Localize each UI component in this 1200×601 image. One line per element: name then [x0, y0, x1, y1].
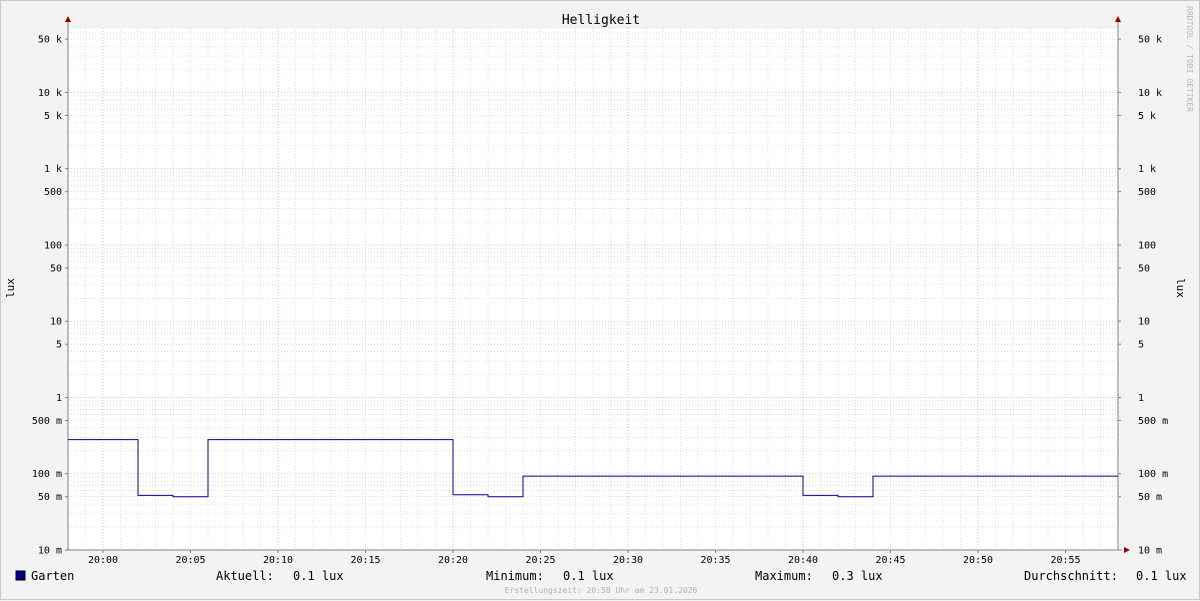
- y-axis-label-left: lux: [4, 278, 17, 298]
- legend-minimum-value: 0.1 lux: [563, 569, 614, 583]
- y-ticks-left: 50 k 10 k 5 k 1 k 500 100 50 10 5 1 500 m 100 m 50 m…: [32, 35, 68, 557]
- x-tick-label: 20:25: [525, 555, 555, 566]
- y-tick-label-left: 100 m: [32, 469, 62, 480]
- legend-durchschnitt-label: Durchschnitt:: [1024, 569, 1118, 583]
- y-tick-label-right: 10: [1138, 317, 1150, 328]
- y-tick-label-left: 5: [56, 340, 62, 351]
- legend-minimum-label: Minimum:: [486, 569, 544, 583]
- legend-series-name: Garten: [31, 569, 74, 583]
- y-axis-right-arrow: [1115, 16, 1121, 22]
- watermark: RRDTOOL / TOBI OETIKER: [1185, 6, 1194, 112]
- x-tick-label: 20:30: [613, 555, 643, 566]
- y-tick-label-right: 5 k: [1138, 111, 1156, 122]
- y-tick-label-left: 5 k: [44, 111, 62, 122]
- x-tick-label: 20:00: [88, 555, 118, 566]
- x-tick-label: 20:45: [875, 555, 905, 566]
- x-tick-label: 20:50: [963, 555, 993, 566]
- footer-timestamp: Erstellungszeit: 20:58 Uhr am 23.01.2026: [505, 586, 698, 595]
- y-tick-label-right: 50 k: [1138, 35, 1162, 46]
- legend-aktuell-label: Aktuell:: [216, 569, 274, 583]
- y-tick-label-left: 1: [56, 393, 62, 404]
- x-tick-label: 20:35: [700, 555, 730, 566]
- y-tick-label-right: 50: [1138, 263, 1150, 274]
- legend-maximum-label: Maximum:: [755, 569, 813, 583]
- x-tick-label: 20:40: [788, 555, 818, 566]
- x-tick-label: 20:20: [438, 555, 468, 566]
- y-tick-label-right: 1: [1138, 393, 1144, 404]
- y-tick-label-left: 50: [50, 263, 62, 274]
- chart-title: Helligkeit: [562, 13, 640, 28]
- y-tick-label-left: 1 k: [44, 164, 62, 175]
- x-tick-label: 20:55: [1050, 555, 1080, 566]
- y-tick-label-left: 10 m: [38, 546, 62, 557]
- y-tick-label-left: 50 k: [38, 35, 62, 46]
- y-tick-label-right: 100: [1138, 240, 1156, 251]
- chart-frame: 50 k 10 k 5 k 1 k 500 100 50 10 5 1 500 m 100 m 50 m…: [0, 0, 1200, 600]
- y-tick-label-left: 500: [44, 187, 62, 198]
- x-tick-label: 20:10: [263, 555, 293, 566]
- y-tick-label-right: 10 m: [1138, 546, 1162, 557]
- y-tick-label-right: 100 m: [1138, 469, 1168, 480]
- chart-canvas: 50 k 10 k 5 k 1 k 500 100 50 10 5 1 500 m 100 m 50 m…: [4, 6, 1194, 595]
- y-tick-label-right: 50 m: [1138, 492, 1162, 503]
- legend-durchschnitt-value: 0.1 lux: [1136, 569, 1187, 583]
- y-tick-label-right: 5: [1138, 340, 1144, 351]
- y-tick-label-left: 100: [44, 240, 62, 251]
- legend-aktuell-value: 0.1 lux: [293, 569, 344, 583]
- y-tick-label-left: 10: [50, 317, 62, 328]
- x-axis-arrow: [1124, 547, 1130, 553]
- y-tick-label-right: 1 k: [1138, 164, 1156, 175]
- y-axis-left-arrow: [65, 16, 71, 22]
- x-tick-label: 20:05: [175, 555, 205, 566]
- y-tick-label-left: 10 k: [38, 88, 62, 99]
- legend-swatch: [15, 570, 26, 581]
- y-tick-label-right: 500: [1138, 187, 1156, 198]
- y-tick-label-right: 10 k: [1138, 88, 1162, 99]
- y-tick-label-left: 50 m: [38, 492, 62, 503]
- y-tick-label-right: 500 m: [1138, 416, 1168, 427]
- x-tick-label: 20:15: [350, 555, 380, 566]
- y-ticks-right: 50 k 10 k 5 k 1 k 500 100 50 10 5 1 500 m 100 m 50 m…: [1118, 35, 1168, 557]
- legend-maximum-value: 0.3 lux: [832, 569, 883, 583]
- x-ticks: 20:00 20:05 20:10 20:15 20:20 20:25 20:30 20:35…: [88, 550, 1081, 566]
- y-tick-label-left: 500 m: [32, 416, 62, 427]
- y-axis-label-right: lux: [1174, 278, 1187, 298]
